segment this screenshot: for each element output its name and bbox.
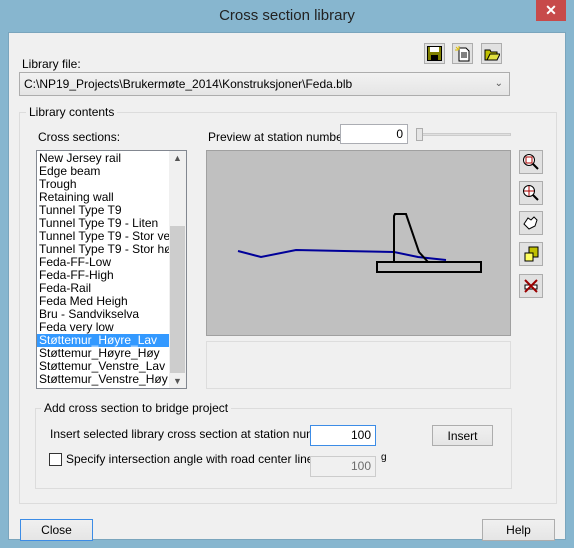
scroll-down-icon[interactable]: ▼	[173, 376, 182, 386]
scrollbar-thumb[interactable]	[170, 226, 185, 373]
zoom-extents-button[interactable]	[519, 181, 543, 205]
list-item[interactable]: Støttemur_Venstre_Lav	[37, 360, 170, 373]
list-item[interactable]: Støttemur_Høyre_Høy	[37, 347, 170, 360]
save-icon	[427, 46, 442, 61]
add-cross-section-label: Add cross section to bridge project	[41, 401, 232, 415]
angle-label: Specify intersection angle with road cen…	[66, 452, 317, 466]
chevron-down-icon: ⌄	[494, 78, 503, 89]
pan-button[interactable]	[519, 211, 543, 235]
delete-icon	[524, 279, 538, 293]
list-item[interactable]: Tunnel Type T9 - Stor venstre	[37, 230, 170, 243]
insert-button[interactable]: Insert	[432, 425, 493, 446]
new-file-icon	[455, 45, 470, 61]
insert-station-label: Insert selected library cross section at…	[50, 427, 337, 441]
list-item[interactable]: Tunnel Type T9	[37, 204, 170, 217]
preview-station-label: Preview at station number:	[208, 130, 351, 144]
angle-checkbox[interactable]	[49, 453, 62, 466]
open-library-button[interactable]	[481, 43, 502, 64]
help-button[interactable]: Help	[482, 519, 555, 541]
library-file-value: C:\NP19_Projects\Brukermøte_2014\Konstru…	[24, 77, 353, 91]
list-item[interactable]: Feda-Rail	[37, 282, 170, 295]
pan-icon	[523, 216, 538, 230]
slider-thumb[interactable]	[416, 128, 423, 141]
library-contents-label: Library contents	[26, 105, 118, 119]
zoom-window-button[interactable]	[519, 150, 543, 174]
list-item[interactable]: Trough	[37, 178, 170, 191]
scroll-up-icon[interactable]: ▲	[173, 153, 182, 163]
cross-sections-list[interactable]: New Jersey rail Edge beam Trough Retaining …	[36, 150, 187, 389]
open-folder-icon	[484, 49, 500, 60]
list-scrollbar[interactable]: ▲ ▼	[169, 151, 186, 388]
preview-drawing	[237, 213, 482, 273]
wall-footing	[376, 261, 482, 273]
zoom-window-icon	[523, 154, 539, 170]
list-item[interactable]: Feda Med Heigh	[37, 295, 170, 308]
preview-info-panel	[206, 341, 511, 389]
cross-sections-label: Cross sections:	[38, 130, 121, 144]
terrain-line	[237, 248, 447, 261]
list-item[interactable]: Edge beam	[37, 165, 170, 178]
window-close-button[interactable]: ✕	[536, 0, 566, 21]
save-button[interactable]	[424, 43, 445, 64]
new-library-button[interactable]	[452, 43, 473, 64]
list-item[interactable]: Bru - Sandvikselva	[37, 308, 170, 321]
copy-button[interactable]	[519, 242, 543, 266]
angle-unit: g	[381, 452, 387, 463]
insert-station-input[interactable]: 100	[310, 425, 376, 446]
list-item[interactable]: Støttemur_Venstre_Høy	[37, 373, 170, 386]
list-item[interactable]: New Jersey rail	[37, 152, 170, 165]
add-cross-section-group	[35, 408, 512, 489]
list-item[interactable]: Retaining wall	[37, 191, 170, 204]
list-item[interactable]: Tunnel Type T9 - Liten	[37, 217, 170, 230]
cross-section-preview[interactable]	[206, 150, 511, 336]
list-item[interactable]: Feda very low	[37, 321, 170, 334]
close-button[interactable]: Close	[20, 519, 93, 541]
window-title: Cross section library	[219, 7, 355, 24]
list-item[interactable]: Tunnel Type T9 - Stor høyre	[37, 243, 170, 256]
zoom-extents-icon	[523, 185, 539, 201]
list-item[interactable]: Feda-FF-Low	[37, 256, 170, 269]
list-item[interactable]: Støttemur_Høyre_Lav	[37, 334, 170, 347]
preview-station-input[interactable]: 0	[340, 124, 408, 144]
library-file-label: Library file:	[22, 57, 81, 71]
delete-button[interactable]	[519, 274, 543, 298]
list-item[interactable]: Feda-FF-High	[37, 269, 170, 282]
angle-input[interactable]: 100	[310, 456, 376, 477]
copy-icon	[524, 246, 539, 262]
station-slider[interactable]	[416, 128, 511, 141]
library-file-combobox[interactable]: C:\NP19_Projects\Brukermøte_2014\Konstru…	[19, 72, 510, 96]
